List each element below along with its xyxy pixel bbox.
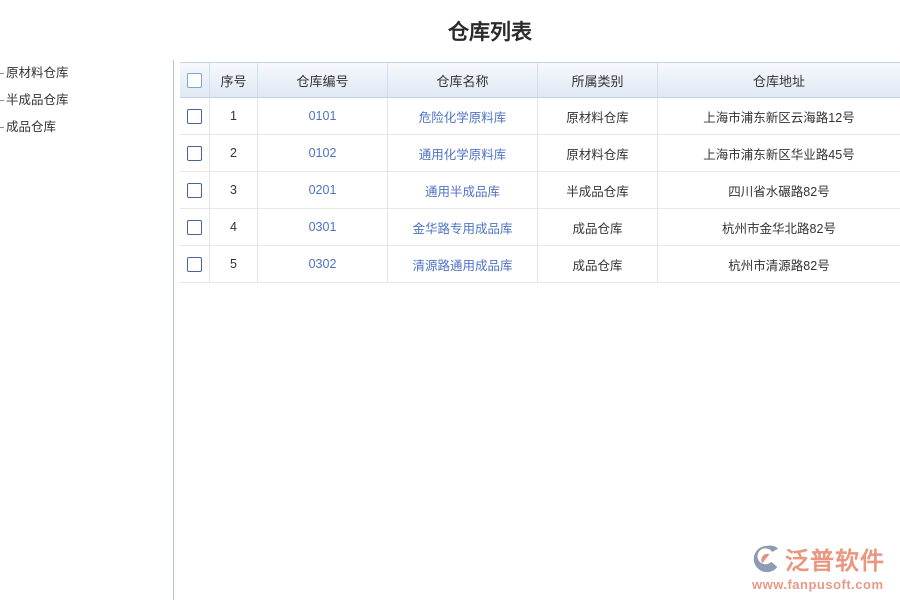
row-address: 上海市浦东新区华业路45号 [658, 135, 900, 171]
warehouse-list-page: 仓库列表 原材料仓库 半成品仓库 成品仓库 序号 仓库编号 仓库名称 所属类别 … [0, 0, 900, 600]
row-category: 成品仓库 [538, 209, 658, 245]
fanpusoft-logo-icon [752, 544, 782, 574]
sidebar-item-label: 半成品仓库 [6, 87, 69, 114]
table-row: 3 0201 通用半成品库 半成品仓库 四川省水碾路82号 [180, 172, 900, 209]
tree-connector-icon [0, 73, 4, 74]
page-title: 仓库列表 [0, 16, 900, 46]
sidebar-item-label: 成品仓库 [6, 114, 56, 141]
warehouse-code-link[interactable]: 0301 [309, 220, 337, 234]
watermark-brand-text: 泛普软件 [785, 541, 885, 576]
sidebar-divider [173, 60, 174, 600]
watermark-url-text: www.fanpusoft.com [752, 577, 892, 592]
row-checkbox[interactable] [187, 183, 202, 198]
table-row: 2 0102 通用化学原料库 原材料仓库 上海市浦东新区华业路45号 [180, 135, 900, 172]
warehouse-code-link[interactable]: 0101 [309, 109, 337, 123]
row-category: 原材料仓库 [538, 135, 658, 171]
warehouse-name-link[interactable]: 危险化学原料库 [419, 107, 507, 126]
warehouse-name-link[interactable]: 金华路专用成品库 [412, 218, 512, 237]
sidebar-item-raw-material-warehouse[interactable]: 原材料仓库 [0, 60, 172, 87]
row-checkbox[interactable] [187, 146, 202, 161]
sidebar-item-finished-warehouse[interactable]: 成品仓库 [0, 114, 172, 141]
fanpusoft-watermark: 泛普软件 www.fanpusoft.com [752, 541, 892, 592]
tree-connector-icon [0, 127, 4, 128]
table-row: 5 0302 清源路通用成品库 成品仓库 杭州市清源路82号 [180, 246, 900, 283]
column-header-name: 仓库名称 [388, 63, 538, 97]
sidebar-item-semi-finished-warehouse[interactable]: 半成品仓库 [0, 87, 172, 114]
row-address: 四川省水碾路82号 [658, 172, 900, 208]
row-address: 杭州市金华北路82号 [658, 209, 900, 245]
warehouse-code-link[interactable]: 0302 [309, 257, 337, 271]
column-header-category: 所属类别 [538, 63, 658, 97]
warehouse-name-link[interactable]: 清源路通用成品库 [412, 255, 512, 274]
row-checkbox[interactable] [187, 220, 202, 235]
row-category: 原材料仓库 [538, 98, 658, 134]
row-index: 5 [210, 246, 258, 282]
row-address: 上海市浦东新区云海路12号 [658, 98, 900, 134]
table-row: 4 0301 金华路专用成品库 成品仓库 杭州市金华北路82号 [180, 209, 900, 246]
column-header-address: 仓库地址 [658, 63, 900, 97]
table-header-row: 序号 仓库编号 仓库名称 所属类别 仓库地址 [180, 62, 900, 98]
warehouse-name-link[interactable]: 通用半成品库 [425, 181, 500, 200]
row-index: 4 [210, 209, 258, 245]
row-checkbox[interactable] [187, 257, 202, 272]
tree-connector-icon [0, 100, 4, 101]
sidebar-item-label: 原材料仓库 [6, 60, 69, 87]
select-all-checkbox[interactable] [187, 73, 202, 88]
warehouse-code-link[interactable]: 0201 [309, 183, 337, 197]
row-category: 半成品仓库 [538, 172, 658, 208]
category-tree: 原材料仓库 半成品仓库 成品仓库 [0, 60, 172, 141]
column-header-index: 序号 [210, 63, 258, 97]
table-row: 1 0101 危险化学原料库 原材料仓库 上海市浦东新区云海路12号 [180, 98, 900, 135]
row-index: 1 [210, 98, 258, 134]
warehouse-name-link[interactable]: 通用化学原料库 [419, 144, 507, 163]
row-checkbox[interactable] [187, 109, 202, 124]
row-index: 3 [210, 172, 258, 208]
row-category: 成品仓库 [538, 246, 658, 282]
row-index: 2 [210, 135, 258, 171]
column-header-code: 仓库编号 [258, 63, 388, 97]
row-address: 杭州市清源路82号 [658, 246, 900, 282]
warehouse-code-link[interactable]: 0102 [309, 146, 337, 160]
warehouse-table: 序号 仓库编号 仓库名称 所属类别 仓库地址 1 0101 危险化学原料库 原材… [180, 62, 900, 283]
